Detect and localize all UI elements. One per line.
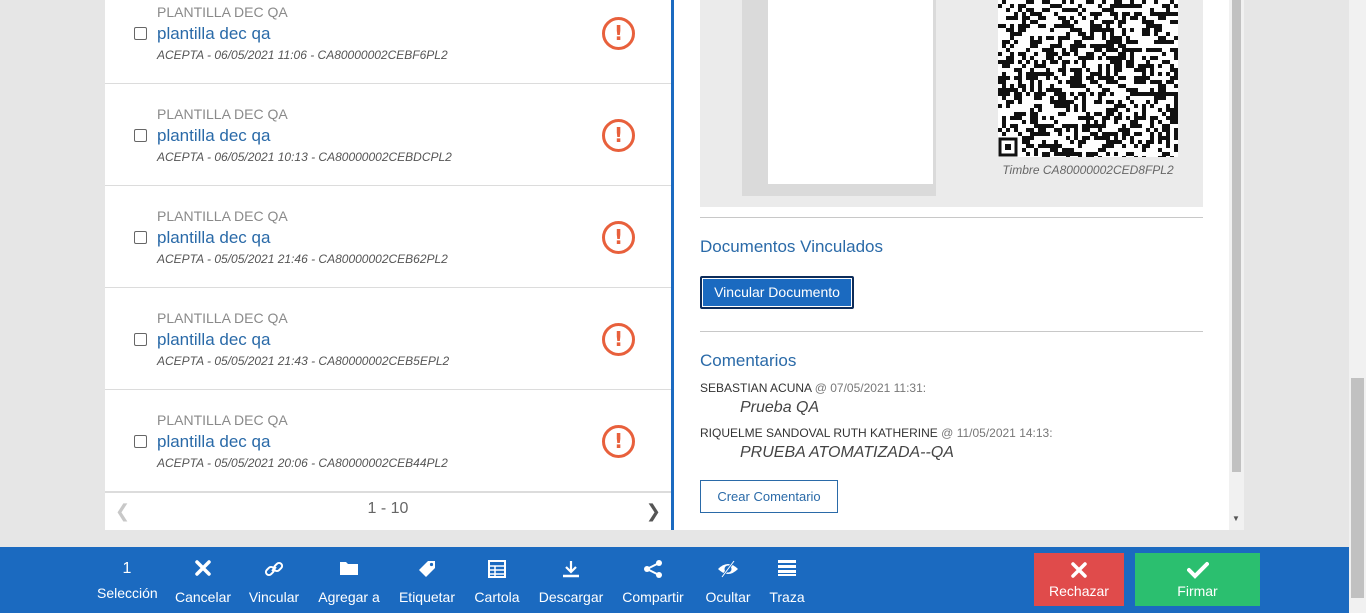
link-label: Vincular (248, 589, 300, 605)
detail-scrollbar[interactable]: ▼ (1229, 0, 1244, 530)
list-icon (768, 559, 806, 583)
comments-title: Comentarios (700, 351, 797, 370)
list-item[interactable]: PLANTILLA DEC QA plantilla dec qa ACEPTA… (105, 0, 671, 84)
add-to-button[interactable]: Agregar a (318, 547, 380, 613)
check-icon (1135, 561, 1260, 583)
create-comment-button[interactable]: Crear Comentario (700, 480, 838, 513)
chevron-right-icon[interactable]: ❯ (646, 501, 661, 522)
warning-icon: ! (602, 119, 635, 152)
cancel-label: Cancelar (174, 589, 232, 605)
item-meta: ACEPTA - 05/05/2021 21:46 - CA80000002CE… (157, 252, 448, 266)
list-item[interactable]: PLANTILLA DEC QA plantilla dec qa ACEPTA… (105, 84, 671, 186)
comment-author: RIQUELME SANDOVAL RUTH KATHERINE (700, 426, 938, 440)
cancel-button[interactable]: Cancelar (174, 547, 232, 613)
comment-header: SEBASTIAN ACUNA @ 07/05/2021 11:31: (700, 381, 926, 395)
stamp-qr-code (998, 0, 1178, 157)
item-title[interactable]: plantilla dec qa (157, 228, 270, 248)
item-title[interactable]: plantilla dec qa (157, 126, 270, 146)
eye-slash-icon (703, 559, 753, 583)
add-to-label: Agregar a (318, 589, 380, 605)
document-preview: Timbre CA80000002CED8FPL2 (700, 0, 1203, 207)
link-button[interactable]: Vincular (247, 547, 301, 613)
stamp-caption: Timbre CA80000002CED8FPL2 (1002, 163, 1174, 177)
close-icon (1034, 561, 1124, 583)
document-detail: Timbre CA80000002CED8FPL2 Documentos Vin… (674, 0, 1229, 530)
warning-icon: ! (602, 425, 635, 458)
download-label: Descargar (538, 589, 604, 605)
link-icon (247, 559, 301, 583)
comment-author: SEBASTIAN ACUNA (700, 381, 812, 395)
divider (700, 331, 1203, 332)
pagination: ❮ 1 - 10 ❯ (105, 492, 671, 530)
folder-icon (318, 559, 380, 583)
hide-label: Ocultar (705, 589, 751, 605)
share-button[interactable]: Compartir (620, 547, 686, 613)
download-button[interactable]: Descargar (538, 547, 604, 613)
item-meta: ACEPTA - 06/05/2021 11:06 - CA80000002CE… (157, 48, 448, 62)
divider (700, 217, 1203, 218)
list-item[interactable]: PLANTILLA DEC QA plantilla dec qa ACEPTA… (105, 186, 671, 288)
item-meta: ACEPTA - 06/05/2021 10:13 - CA80000002CE… (157, 150, 452, 164)
comment-text: PRUEBA ATOMATIZADA--QA (740, 444, 954, 461)
selection-label: Selección (97, 585, 158, 601)
preview-page (768, 0, 933, 184)
tag-label: Etiquetar (398, 589, 456, 605)
warning-icon: ! (602, 323, 635, 356)
spreadsheet-icon (473, 559, 521, 583)
item-title[interactable]: plantilla dec qa (157, 432, 270, 452)
tag-button[interactable]: Etiquetar (397, 547, 457, 613)
list-item[interactable]: PLANTILLA DEC QA plantilla dec qa ACEPTA… (105, 390, 671, 492)
link-document-button[interactable]: Vincular Documento (700, 276, 854, 309)
action-toolbar: 1 Selección Cancelar Vincular Agregar a … (0, 547, 1349, 613)
item-checkbox[interactable] (134, 129, 147, 142)
close-icon (174, 559, 232, 583)
item-checkbox[interactable] (134, 231, 147, 244)
reject-button[interactable]: Rechazar (1034, 553, 1124, 606)
item-checkbox[interactable] (134, 27, 147, 40)
trace-button[interactable]: Traza (768, 547, 806, 613)
download-icon (538, 559, 604, 583)
item-title[interactable]: plantilla dec qa (157, 24, 270, 44)
document-list: PLANTILLA DEC QA plantilla dec qa ACEPTA… (105, 0, 671, 530)
item-category: PLANTILLA DEC QA (157, 4, 288, 20)
item-category: PLANTILLA DEC QA (157, 310, 288, 326)
cartola-button[interactable]: Cartola (473, 547, 521, 613)
share-label: Compartir (622, 589, 684, 605)
comment-header: RIQUELME SANDOVAL RUTH KATHERINE @ 11/05… (700, 426, 1053, 440)
comment-date: @ 07/05/2021 11:31: (814, 381, 927, 395)
cartola-label: Cartola (474, 589, 520, 605)
page-scrollbar[interactable] (1349, 0, 1366, 613)
item-meta: ACEPTA - 05/05/2021 20:06 - CA80000002CE… (157, 456, 448, 470)
share-icon (620, 559, 686, 583)
trace-label: Traza (769, 589, 805, 605)
sign-label: Firmar (1177, 583, 1218, 599)
item-title[interactable]: plantilla dec qa (157, 330, 270, 350)
selection-number: 1 (122, 560, 132, 577)
comment-text: Prueba QA (740, 399, 820, 416)
item-meta: ACEPTA - 05/05/2021 21:43 - CA80000002CE… (157, 354, 450, 368)
warning-icon: ! (602, 17, 635, 50)
item-category: PLANTILLA DEC QA (157, 412, 288, 428)
scrollbar-thumb[interactable] (1232, 0, 1241, 472)
sign-button[interactable]: Firmar (1135, 553, 1260, 606)
item-checkbox[interactable] (134, 435, 147, 448)
scroll-down-icon[interactable]: ▼ (1232, 514, 1240, 523)
item-checkbox[interactable] (134, 333, 147, 346)
tag-icon (397, 559, 457, 583)
item-category: PLANTILLA DEC QA (157, 106, 288, 122)
list-item[interactable]: PLANTILLA DEC QA plantilla dec qa ACEPTA… (105, 288, 671, 390)
scrollbar-thumb[interactable] (1351, 378, 1364, 598)
warning-icon: ! (602, 221, 635, 254)
page-range: 1 - 10 (367, 500, 409, 517)
linked-docs-title: Documentos Vinculados (700, 237, 884, 256)
item-category: PLANTILLA DEC QA (157, 208, 288, 224)
selection-count[interactable]: 1 Selección (97, 547, 158, 613)
hide-button[interactable]: Ocultar (703, 547, 753, 613)
comment-date: @ 11/05/2021 14:13: (941, 426, 1053, 440)
reject-label: Rechazar (1049, 583, 1109, 599)
